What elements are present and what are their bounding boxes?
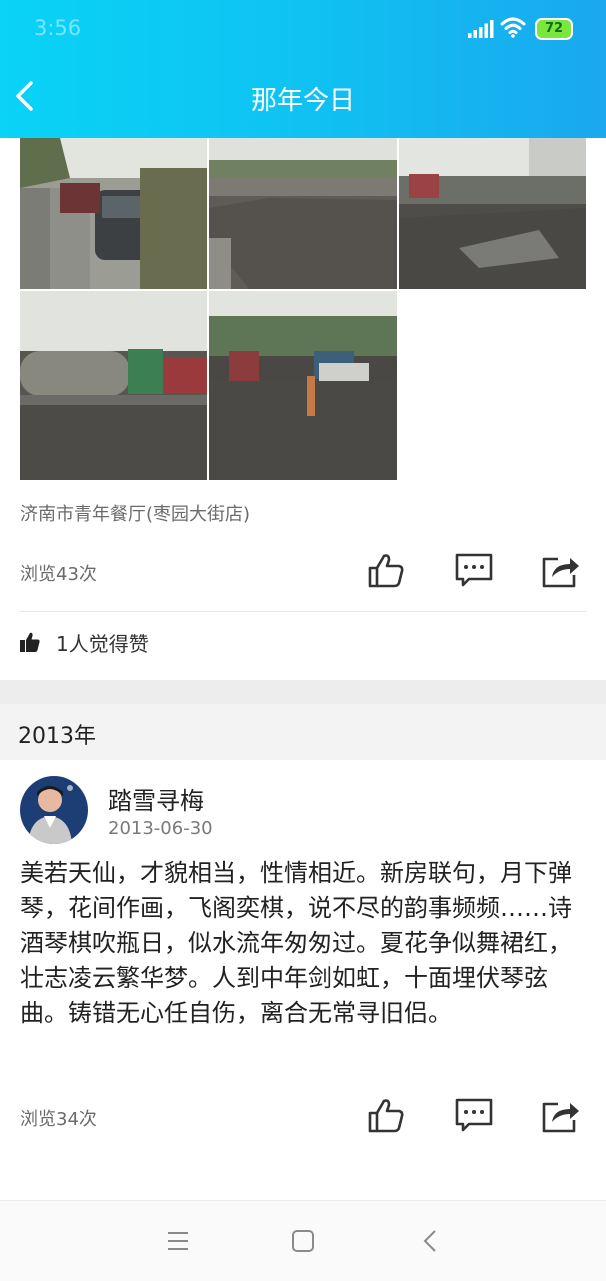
share-icon[interactable] (540, 550, 580, 590)
post-photo[interactable] (399, 138, 586, 289)
view-count: 浏览34次 (20, 1109, 97, 1130)
comment-bubble-icon[interactable] (454, 550, 494, 590)
comment-bubble-icon[interactable] (454, 1095, 494, 1135)
thumb-up-icon[interactable] (366, 550, 406, 590)
share-icon[interactable] (540, 1095, 580, 1135)
system-nav-bar (0, 1200, 606, 1281)
status-bar: 3:56 72 (0, 0, 606, 60)
divider (20, 611, 586, 612)
post-photo[interactable] (20, 291, 207, 480)
post-text: 美若天仙，才貌相当，性情相近。新房联句，月下弹琴，花间作画，飞阁奕棋，说不尽的韵… (20, 859, 572, 1027)
menu-icon[interactable] (163, 1226, 193, 1256)
post-location[interactable]: 济南市青年餐厅(枣园大街店) (20, 500, 250, 526)
battery-indicator: 72 (535, 18, 573, 40)
avatar[interactable] (20, 776, 88, 844)
thumb-up-icon[interactable] (366, 1095, 406, 1135)
feed[interactable]: 济南市青年餐厅(枣园大街店) 浏览43次 1人觉得赞 2013年 踏雪寻梅 20… (0, 138, 606, 1200)
post-photo[interactable] (209, 291, 397, 480)
status-time: 3:56 (34, 16, 82, 40)
author-name[interactable]: 踏雪寻梅 (108, 781, 204, 816)
wifi-icon (500, 17, 526, 38)
app-header: 3:56 72 那年今日 (0, 0, 606, 138)
home-square-icon[interactable] (288, 1226, 318, 1256)
page-title: 那年今日 (250, 86, 355, 116)
post-photo[interactable] (209, 138, 397, 289)
year-label: 2013年 (18, 724, 96, 749)
view-count: 浏览43次 (20, 564, 97, 585)
signal-icon (468, 20, 494, 38)
post-photo[interactable] (20, 138, 207, 289)
section-gap (0, 680, 606, 704)
thumb-up-filled-icon (20, 632, 40, 652)
nav-back-icon[interactable] (416, 1226, 446, 1256)
year-header: 2013年 (0, 704, 606, 760)
post-date: 2013-06-30 (108, 818, 213, 839)
likes-text: 1人觉得赞 (56, 632, 149, 656)
